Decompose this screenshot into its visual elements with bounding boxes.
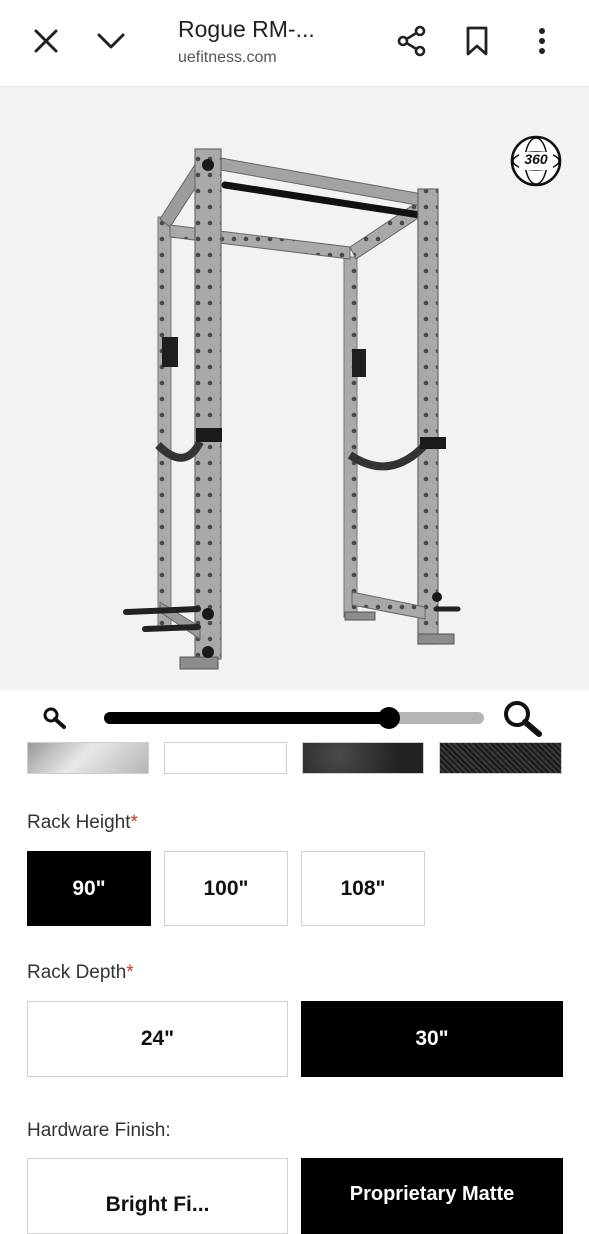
rack-height-option-90[interactable]: 90": [27, 851, 151, 926]
bookmark-button[interactable]: [455, 19, 499, 63]
zoom-in-button[interactable]: [500, 697, 546, 739]
more-vertical-icon: [539, 28, 545, 54]
zoom-out-button[interactable]: [40, 703, 70, 733]
swatch-silver[interactable]: [27, 742, 149, 774]
share-button[interactable]: [390, 19, 434, 63]
hardware-finish-option-bright[interactable]: Bright Fi...: [27, 1158, 288, 1234]
share-icon: [397, 25, 426, 57]
required-mark: *: [130, 812, 138, 833]
browser-top-bar: Rogue RM-... uefitness.com: [0, 0, 589, 87]
rack-depth-label: Rack Depth*: [27, 962, 134, 984]
zoom-slider[interactable]: [104, 707, 484, 729]
swatch-white[interactable]: [164, 742, 287, 774]
chevron-down-icon: [97, 33, 125, 49]
view-360-label: 360: [524, 151, 548, 167]
page-url: uefitness.com: [178, 49, 277, 66]
hardware-finish-option-matte[interactable]: Proprietary Matte: [301, 1158, 563, 1234]
power-rack-image: [123, 148, 461, 670]
bookmark-icon: [466, 26, 488, 56]
close-icon: [34, 29, 58, 53]
close-button[interactable]: [24, 19, 68, 63]
minimize-button[interactable]: [89, 19, 133, 63]
hardware-finish-label: Hardware Finish:: [27, 1120, 171, 1141]
zoom-out-icon: [43, 707, 66, 729]
zoom-slider-thumb[interactable]: [378, 707, 400, 729]
rack-depth-option-24[interactable]: 24": [27, 1001, 288, 1077]
page-title-block: Rogue RM-... uefitness.com: [178, 16, 378, 67]
rack-height-label: Rack Height*: [27, 812, 138, 834]
rack-depth-text: Rack Depth: [27, 962, 127, 983]
page-title: Rogue RM-...: [178, 16, 315, 42]
required-mark: *: [126, 962, 134, 983]
rack-height-option-100[interactable]: 100": [164, 851, 288, 926]
rack-depth-option-30[interactable]: 30": [301, 1001, 563, 1077]
view-360-button[interactable]: 360: [510, 135, 562, 187]
product-image-viewer[interactable]: 360: [0, 87, 589, 742]
zoom-in-icon: [504, 701, 542, 737]
zoom-slider-fill: [104, 712, 389, 724]
swatch-black-textured[interactable]: [302, 742, 424, 774]
rack-height-option-108[interactable]: 108": [301, 851, 425, 926]
rack-height-text: Rack Height: [27, 812, 131, 833]
swatch-black-grain[interactable]: [439, 742, 562, 774]
more-options-button[interactable]: [520, 19, 564, 63]
